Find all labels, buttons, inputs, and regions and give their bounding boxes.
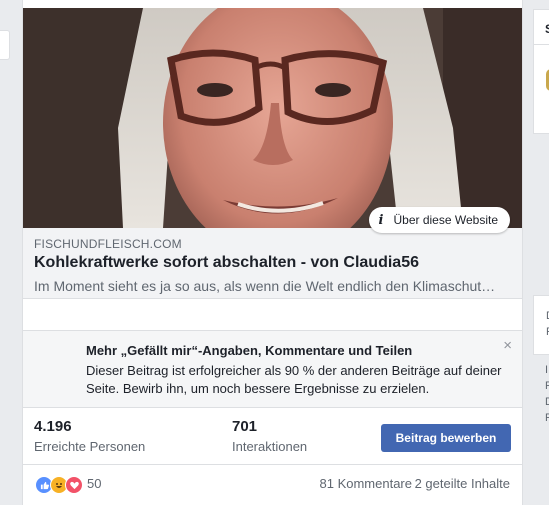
link-description: Im Moment sieht es ja so aus, als wenn d…: [34, 278, 496, 294]
post-card: i Über diese Website FISCHUNDFLEISCH.COM…: [22, 0, 523, 505]
link-domain: FISCHUNDFLEISCH.COM: [34, 237, 182, 251]
right-column-header: S: [533, 9, 549, 45]
about-website-button[interactable]: i Über diese Website: [368, 207, 510, 233]
right-text-fragment: D: [545, 396, 549, 408]
link-preview[interactable]: FISCHUNDFLEISCH.COM Kohlekraftwerke sofo…: [23, 228, 522, 299]
about-website-label: Über diese Website: [393, 213, 499, 227]
reach-label: Erreichte Personen: [34, 439, 146, 454]
boost-post-button[interactable]: Beitrag bewerben: [381, 424, 511, 452]
promo-body: Dieser Beitrag ist erfolgreicher als 90 …: [86, 363, 502, 396]
link-title[interactable]: Kohlekraftwerke sofort abschalten - von …: [34, 254, 419, 272]
info-icon: i: [378, 212, 384, 228]
right-column-card: [533, 44, 549, 134]
love-icon: [65, 476, 83, 494]
close-icon[interactable]: ×: [503, 338, 512, 353]
right-text-fragment: F: [545, 380, 549, 392]
link-preview-image[interactable]: [23, 8, 522, 228]
comments-count[interactable]: 81 Kommentare: [320, 476, 413, 491]
post-insights: 4.196 Erreichte Personen 701 Interaktion…: [23, 407, 522, 465]
reach-value: 4.196: [34, 418, 72, 435]
left-column-edge: [0, 30, 10, 60]
right-text-fragment: F: [545, 412, 549, 424]
reaction-icons[interactable]: [35, 476, 83, 494]
shares-count[interactable]: 2 geteilte Inhalte: [415, 476, 510, 491]
engagement-value: 701: [232, 418, 258, 435]
reactions-bar: 50 81 Kommentare 2 geteilte Inhalte: [23, 464, 522, 504]
right-header-initial: S: [545, 22, 549, 36]
boost-promo: Mehr „Gefällt mir“-Angaben, Kommentare u…: [23, 330, 522, 407]
reaction-count[interactable]: 50: [87, 476, 101, 491]
promo-title: Mehr „Gefällt mir“-Angaben, Kommentare u…: [86, 343, 413, 358]
right-text-fragment: I: [545, 364, 549, 376]
engagement-label: Interaktionen: [232, 439, 308, 454]
portrait-illustration: [23, 8, 522, 228]
right-column-box: D F: [533, 295, 549, 355]
